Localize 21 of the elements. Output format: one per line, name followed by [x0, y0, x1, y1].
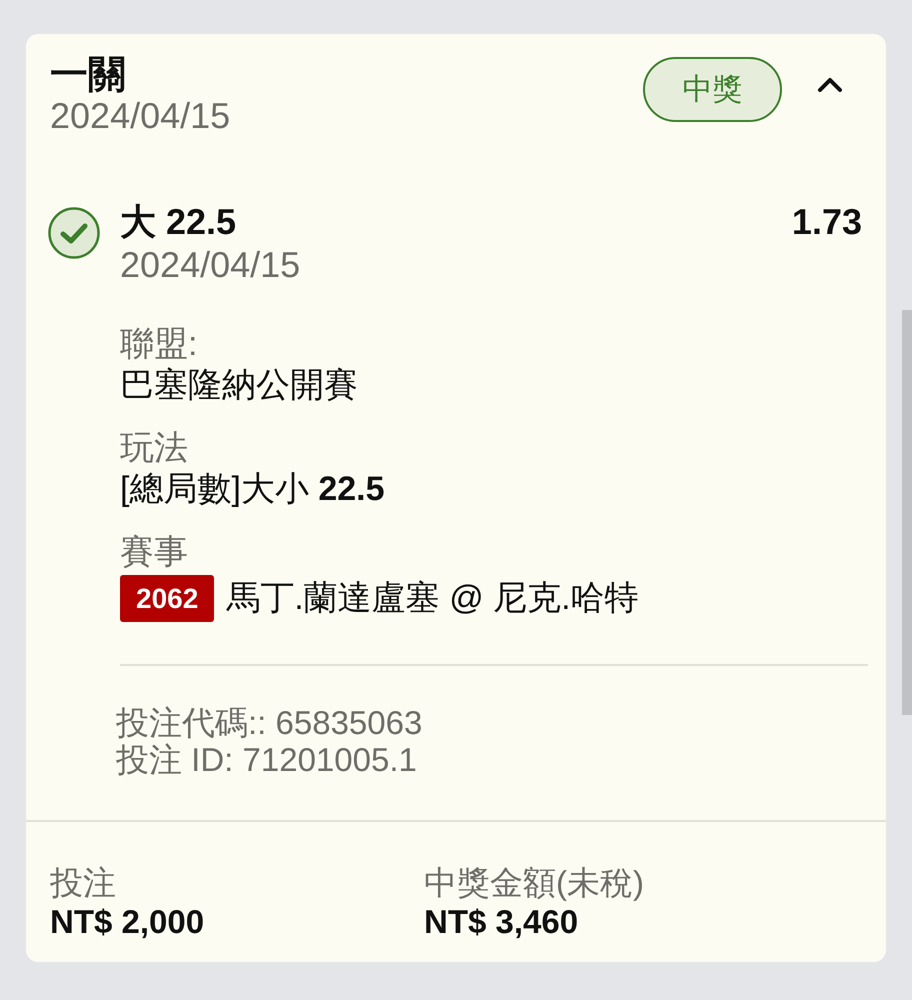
selection-title: 大 22.5	[120, 200, 238, 244]
bet-type-title: 一關	[50, 54, 127, 96]
odds-value: 1.73	[792, 200, 862, 244]
event-number-badge: 2062	[120, 574, 214, 622]
amount-value: NT$ 2,000	[50, 902, 206, 942]
amount-label: 中獎金額(未稅)	[424, 864, 645, 902]
amount-label: 投注	[50, 864, 117, 902]
selection-date: 2024/04/15	[120, 244, 302, 286]
detail-label: 聯盟:	[120, 324, 198, 364]
detail-value: 馬丁.蘭達盧塞 @ 尼克.哈特	[226, 578, 639, 619]
scrollbar-thumb[interactable]	[902, 310, 912, 715]
status-badge: 中獎	[643, 57, 782, 122]
detail-value: 巴塞隆納公開賽	[120, 365, 359, 406]
detail-label: 玩法	[120, 428, 189, 468]
detail-value: [總局數]大小 22.5	[120, 469, 386, 510]
bet-reference: 投注代碼:: 65835063	[116, 704, 424, 741]
bet-reference: 投注 ID: 71201005.1	[116, 741, 418, 778]
chevron-up-icon	[817, 77, 843, 93]
amount-value: NT$ 3,460	[424, 902, 580, 942]
detail-label: 賽事	[120, 532, 189, 572]
bet-date: 2024/04/15	[50, 96, 232, 136]
